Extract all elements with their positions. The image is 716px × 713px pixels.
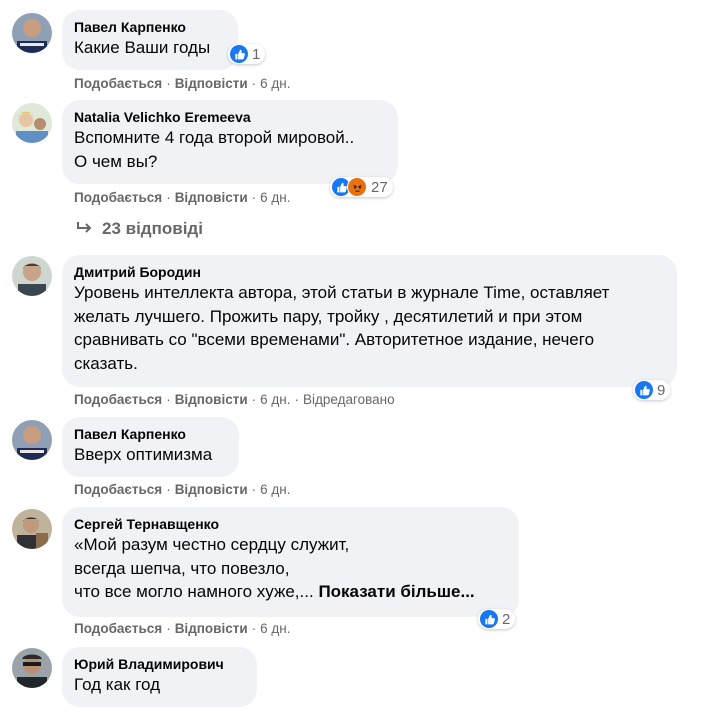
comment-text: Вверх оптимизма <box>74 443 227 467</box>
reply-link[interactable]: Відповісти <box>175 392 248 407</box>
comment-bubble: Юрий Владимирович Год как год <box>62 647 257 707</box>
comment-text: Уровень интеллекта автора, этой статьи в… <box>74 281 665 375</box>
comment-line: всегда шепча, что повезло, <box>74 558 290 578</box>
reaction-badge[interactable]: 1 <box>228 44 266 64</box>
like-link[interactable]: Подобається <box>74 190 162 205</box>
separator-dot: · <box>251 392 257 407</box>
reply-link[interactable]: Відповісти <box>175 190 248 205</box>
comment-actions: Подобається · Відповісти · 6 дн. <box>74 481 290 499</box>
comment-line: сказать. <box>74 353 138 373</box>
separator-dot: · <box>166 76 171 91</box>
reaction-count: 1 <box>252 45 261 63</box>
like-icon <box>230 45 248 63</box>
comment-text: Вспомните 4 года второй мировой.. О чем в… <box>74 126 386 173</box>
edited-label[interactable]: Відредаговано <box>303 392 395 407</box>
separator-dot: · <box>294 392 299 407</box>
comment-line: Вверх оптимизма <box>74 445 213 464</box>
separator-dot: · <box>166 621 171 636</box>
comment-bubble: Павел Карпенко Вверх оптимизма <box>62 417 239 477</box>
avatar[interactable] <box>12 420 52 460</box>
separator-dot: · <box>166 482 171 497</box>
separator-dot: · <box>251 190 257 205</box>
comment-line: «Мой разум честно сердцу служит, <box>74 535 350 554</box>
comment-time[interactable]: 6 дн. <box>260 621 290 636</box>
like-link[interactable]: Подобається <box>74 621 162 636</box>
reaction-badge[interactable]: 27 <box>330 177 393 197</box>
comment-author[interactable]: Юрий Владимирович <box>74 655 245 673</box>
comment-time[interactable]: 6 дн. <box>260 76 290 91</box>
avatar[interactable] <box>12 13 52 53</box>
comment-line: желать лучшего. Прожить пару, тройку , д… <box>74 306 583 326</box>
comment-time[interactable]: 6 дн. <box>260 482 290 497</box>
separator-dot: · <box>251 621 257 636</box>
avatar[interactable] <box>12 509 52 549</box>
comment-bubble: Дмитрий Бородин Уровень интеллекта автор… <box>62 255 677 387</box>
reply-arrow-icon <box>77 222 92 233</box>
like-icon <box>480 610 498 628</box>
view-replies-link[interactable]: 23 відповіді <box>76 219 203 239</box>
avatar[interactable] <box>12 256 52 296</box>
comment-author[interactable]: Павел Карпенко <box>74 425 227 443</box>
comment-actions: Подобається · Відповісти · 6 дн. <box>74 189 290 207</box>
comment-author[interactable]: Дмитрий Бородин <box>74 263 665 281</box>
separator-dot: · <box>166 392 171 407</box>
comment-text: Какие Ваши годы <box>74 36 226 60</box>
comment-bubble: Сергей Тернавщенко «Мой разум честно сер… <box>62 507 519 617</box>
comment-actions: Подобається · Відповісти · 6 дн. <box>74 620 290 638</box>
reply-link[interactable]: Відповісти <box>175 621 248 636</box>
avatar[interactable] <box>12 648 52 688</box>
comment-line: Год как год <box>74 675 161 694</box>
comment-line: О чем вы? <box>74 151 158 171</box>
reply-link[interactable]: Відповісти <box>175 482 248 497</box>
comment-author[interactable]: Павел Карпенко <box>74 18 226 36</box>
reaction-count: 9 <box>657 381 666 399</box>
comment-actions: Подобається · Відповісти · 6 дн. <box>74 75 290 93</box>
reaction-count: 2 <box>502 610 511 628</box>
comment-actions: Подобається · Відповісти · 6 дн. · Відредагова… <box>74 391 395 409</box>
comment-author[interactable]: Сергей Тернавщенко <box>74 515 507 533</box>
reaction-count: 27 <box>371 178 388 196</box>
avatar[interactable] <box>12 103 52 143</box>
comment-bubble: Павел Карпенко Какие Ваши годы <box>62 10 238 70</box>
like-link[interactable]: Подобається <box>74 76 162 91</box>
separator-dot: · <box>251 76 257 91</box>
like-link[interactable]: Подобається <box>74 482 162 497</box>
like-icon <box>635 381 653 399</box>
comment-text: «Мой разум честно сердцу служит, всегда ш… <box>74 533 507 604</box>
reply-link[interactable]: Відповісти <box>175 76 248 91</box>
comment-line: Уровень интеллекта автора, этой статьи в… <box>74 283 610 302</box>
comment-author[interactable]: Natalia Velichko Eremeeva <box>74 108 386 126</box>
comment-line: Какие Ваши годы <box>74 38 211 57</box>
replies-label: 23 відповіді <box>102 219 203 238</box>
like-link[interactable]: Подобається <box>74 392 162 407</box>
separator-dot: · <box>251 482 257 497</box>
comment-line: Вспомните 4 года второй мировой.. <box>74 128 355 147</box>
comment-time[interactable]: 6 дн. <box>260 190 290 205</box>
comment-line: что все могло намного хуже,... <box>74 582 314 601</box>
comment-bubble: Natalia Velichko Eremeeva Вспомните 4 го… <box>62 100 398 184</box>
comment-text: Год как год <box>74 673 245 697</box>
separator-dot: · <box>166 190 171 205</box>
angry-icon <box>347 177 367 197</box>
see-more-link[interactable]: Показати більше... <box>318 582 474 601</box>
comment-line: сравнивать со "всеми временами". Авторит… <box>74 330 595 349</box>
reaction-badge[interactable]: 9 <box>633 380 671 400</box>
reaction-badge[interactable]: 2 <box>478 609 516 629</box>
comment-time[interactable]: 6 дн. <box>260 392 290 407</box>
